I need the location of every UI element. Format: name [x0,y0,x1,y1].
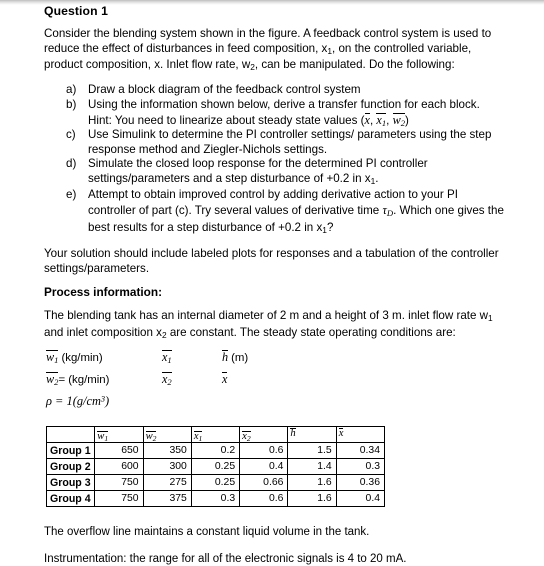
table-row-label-group-2: Group 2 [45,458,96,476]
process-text-b: and inlet composition x [44,325,162,339]
intro-paragraph: Consider the blending system shown in th… [44,27,506,74]
cell-group1-h: 1.5 [287,442,337,460]
table-header-row: w1 w2 x1 x2 h x [45,426,386,444]
task-marker-b: b) [66,98,77,112]
cell-group2-x: 0.3 [335,458,386,476]
table-row-label-group-4: Group 4 [45,490,96,508]
variable-row-3-density: ρ = 1(g/cm3) [44,394,506,416]
cell-group2-h: 1.4 [287,458,337,476]
task-list: a) Draw a block diagram of the feedback … [44,83,506,237]
cell-group4-w1: 750 [94,490,144,508]
intro-line-3a: product composition, x. Inlet flow rate,… [44,58,251,72]
steady-state-data-table: w1 w2 x1 x2 h x Group 1 650 350 0.2 0.6 … [45,426,386,508]
table-header-x2: x2 [239,426,289,444]
cell-group2-x1: 0.25 [190,458,241,476]
task-text-c: Use Simulink to determine the PI control… [88,128,492,156]
process-w1-subscript: 1 [488,313,493,324]
variable-row-1: w1 (kg/min) x1 h (m) [44,350,506,372]
variable-h-bar: h (m) [222,350,249,365]
variable-w2-bar: w2= (kg/min) [46,372,110,388]
variable-x1-bar: x1 [162,350,172,366]
cell-group1-x: 0.34 [335,442,386,460]
cell-group3-x2: 0.66 [239,474,289,492]
task-marker-e: e) [66,188,77,202]
cell-group3-x: 0.36 [335,474,386,492]
overflow-line-note: The overflow line maintains a constant l… [44,526,370,539]
variable-w2-unit: = (kg/min) [58,374,110,387]
task-marker-d: d) [66,157,77,171]
cell-group1-w2: 350 [142,442,192,460]
cell-group4-x: 0.4 [335,490,386,508]
cell-group2-w2: 300 [142,458,192,476]
cell-group4-x2: 0.6 [239,490,289,508]
task-marker-a: a) [66,83,77,97]
table-row: Group 2 600 300 0.25 0.4 1.4 0.3 [45,458,386,476]
variable-x-bar: x [222,372,228,387]
process-information-paragraph: The blending tank has an internal diamet… [44,309,506,342]
document-content: Question 1 Consider the blending system … [44,4,506,566]
cell-group1-w1: 650 [94,442,144,460]
cell-group1-x2: 0.6 [239,442,289,460]
page-title: Question 1 [44,4,108,18]
table-header-h: h [287,426,337,444]
variable-x2-bar: x2 [162,372,172,388]
table-row: Group 4 750 375 0.3 0.6 1.6 0.4 [45,490,386,508]
variable-definitions: w1 (kg/min) x1 h (m) w2= (kg/min) x2 x ρ… [44,350,506,416]
hint-prefix: Hint: You need to linearize about steady… [88,113,365,127]
task-text-b: Using the information shown below, deriv… [88,98,480,112]
cell-group4-w2: 375 [142,490,192,508]
task-text-e-c: ? [326,220,334,234]
intro-line-2b: , on the controlled variable, [332,41,472,55]
hint-suffix: ) [405,113,409,127]
task-item-a: a) Draw a block diagram of the feedback … [66,83,506,98]
task-item-c: c) Use Simulink to determine the PI cont… [66,128,506,157]
solution-note: Your solution should include labeled plo… [44,247,499,275]
instrumentation-note: Instrumentation: the range for all of th… [44,552,407,565]
table-row: Group 3 750 275 0.25 0.66 1.6 0.36 [45,474,386,492]
table-row-label-group-3: Group 3 [45,474,96,492]
document-page: Question 1 Consider the blending system … [0,0,544,565]
intro-line-1: Consider the blending system shown in th… [44,27,492,40]
variable-w1-unit: (kg/min) [61,352,103,365]
task-text-d-b: . [375,172,379,186]
task-item-d: d) Simulate the closed loop response for… [66,157,506,188]
variable-w1-bar: w1 (kg/min) [46,350,103,366]
cell-group3-w1: 750 [94,474,144,492]
table-row: Group 1 650 350 0.2 0.6 1.5 0.34 [45,442,386,460]
process-information-heading: Process information: [44,285,162,300]
table-header-x: x [335,426,386,444]
task-marker-c: c) [66,128,76,142]
table-header-blank [45,426,96,444]
task-item-b: b) Using the information shown below, de… [66,98,506,128]
intro-line-3b: , can be manipulated. Do the following: [254,58,455,72]
cell-group2-w1: 600 [94,458,144,476]
hint-var-w2-bar: w2 [392,112,405,128]
task-text-a: Draw a block diagram of the feedback con… [88,83,361,97]
cell-group3-h: 1.6 [287,474,337,492]
tau-d-symbol: τD [382,203,394,219]
table-row-label-group-1: Group 1 [45,442,96,460]
task-hint-b: Hint: You need to linearize about steady… [88,112,409,128]
cell-group1-x1: 0.2 [190,442,241,460]
variable-row-2: w2= (kg/min) x2 x [44,372,506,394]
table-header-w1: w1 [94,426,144,444]
cell-group4-h: 1.6 [287,490,337,508]
intro-line-2a: reduce the effect of disturbances in fee… [44,41,328,55]
cell-group4-x1: 0.3 [190,490,241,508]
table-header-x1: x1 [190,426,241,444]
table-header-w2: w2 [142,426,192,444]
process-text-c: are constant. The steady state operating… [166,325,456,339]
task-item-e: e) Attempt to obtain improved control by… [66,188,506,237]
cell-group3-w2: 275 [142,474,192,492]
process-text-a: The blending tank has an internal diamet… [44,309,489,323]
density-definition: ρ = 1(g/cm3) [46,394,110,409]
hint-var-x1-bar: x1 [376,112,387,128]
cell-group3-x1: 0.25 [190,474,241,492]
variable-h-unit: (m) [231,352,249,365]
cell-group2-x2: 0.4 [239,458,289,476]
